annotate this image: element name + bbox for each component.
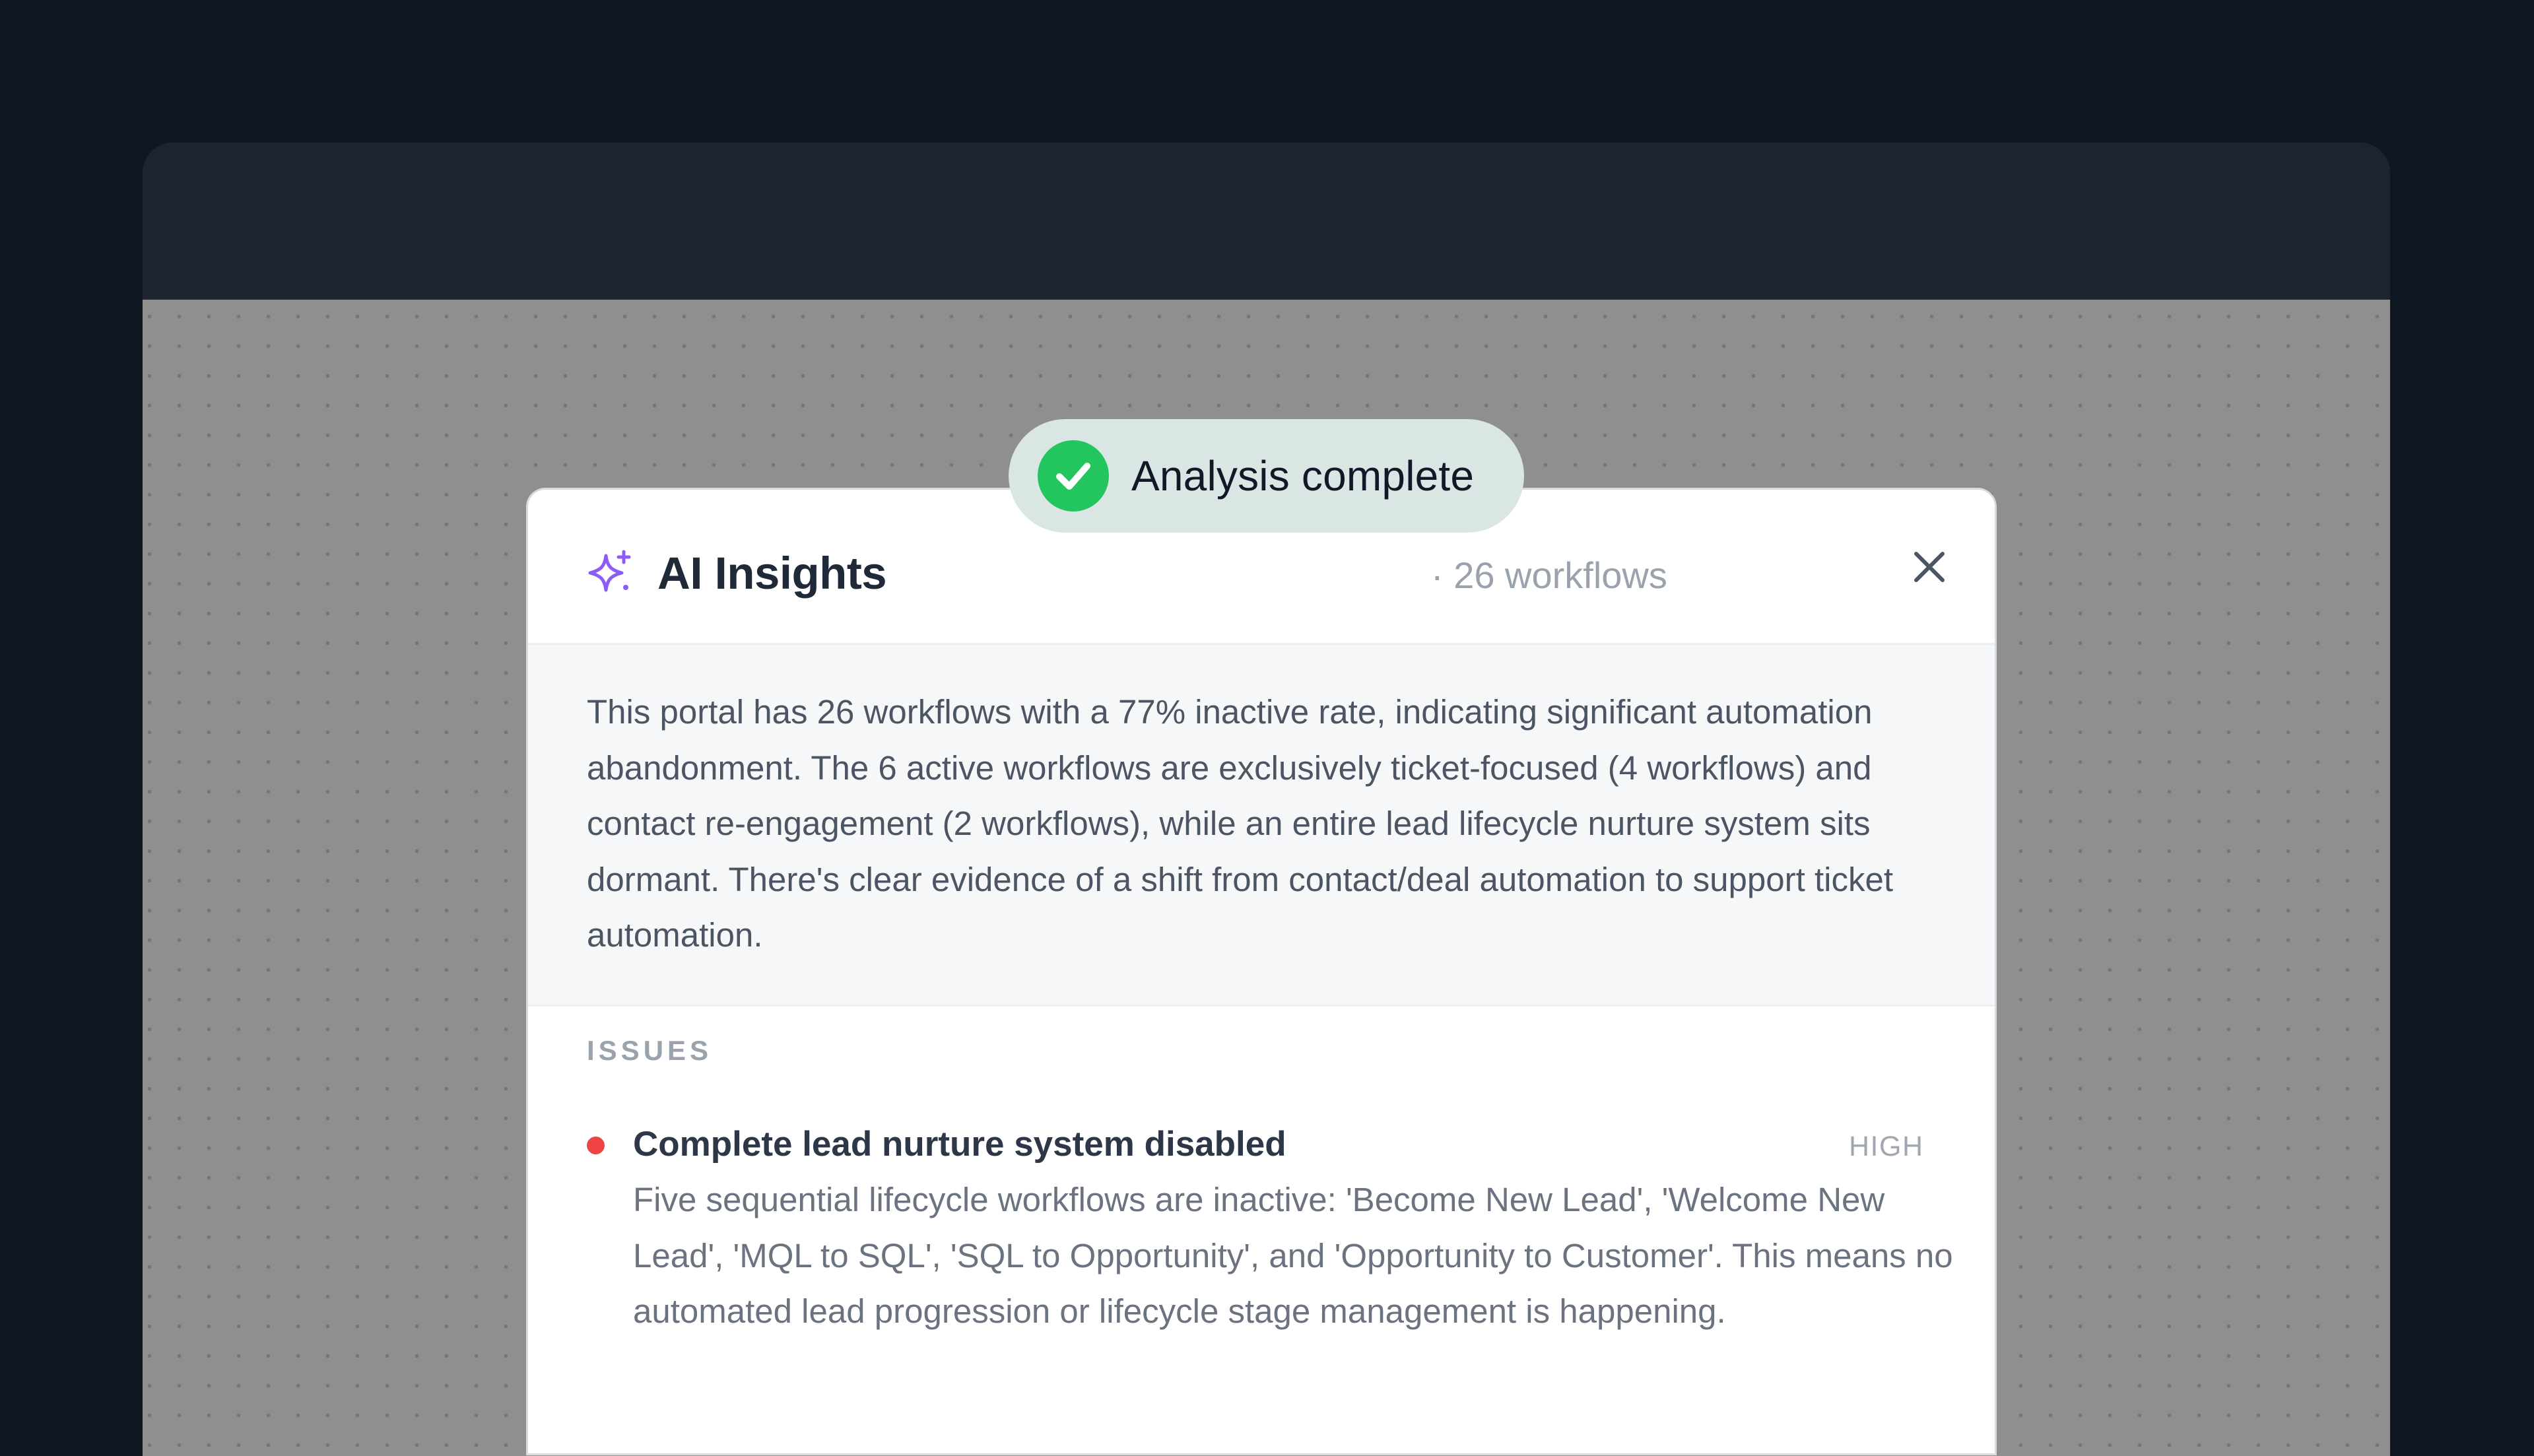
window-topbar xyxy=(143,143,2390,300)
summary-text: This portal has 26 workflows with a 77% … xyxy=(587,693,1893,954)
issues-heading: ISSUES xyxy=(587,1035,713,1066)
modal-title: AI Insights xyxy=(657,548,887,599)
workflow-count: · 26 workflows xyxy=(1431,554,1667,596)
analysis-complete-toast: Analysis complete xyxy=(1009,419,1524,533)
issue-title: Complete lead nurture system disabled xyxy=(633,1125,1286,1164)
severity-badge: HIGH xyxy=(1849,1131,1924,1162)
summary-section: This portal has 26 workflows with a 77% … xyxy=(528,645,1995,1007)
close-button[interactable] xyxy=(1893,532,1966,605)
ai-insights-modal: AI Insights · 26 workflows This portal h… xyxy=(528,490,1995,1453)
sparkle-icon xyxy=(586,549,634,597)
toast-message: Analysis complete xyxy=(1131,452,1475,500)
check-circle-icon xyxy=(1038,440,1109,512)
close-icon xyxy=(1912,550,1947,587)
issue-description: Five sequential lifecycle workflows are … xyxy=(633,1181,1953,1330)
severity-dot xyxy=(587,1137,605,1154)
